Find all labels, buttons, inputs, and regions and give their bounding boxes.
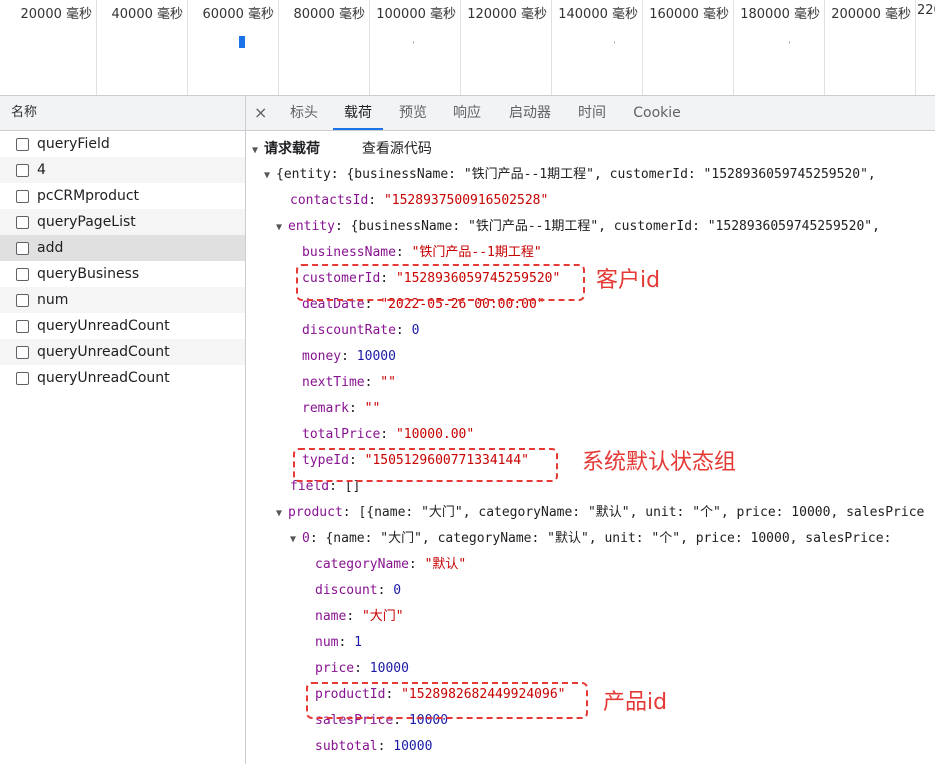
- request-row[interactable]: queryBusiness: [0, 261, 245, 287]
- request-row[interactable]: 4: [0, 157, 245, 183]
- payload-property: categoryName: "默认": [315, 557, 467, 572]
- timeline-request-mark: [413, 41, 414, 44]
- product-id-highlight-box: [306, 682, 588, 719]
- expand-triangle-icon[interactable]: ▼: [276, 504, 288, 524]
- expand-triangle-icon[interactable]: ▼: [264, 166, 276, 186]
- tab-cookies[interactable]: Cookie: [626, 96, 688, 130]
- payload-property: discount: 0: [315, 583, 402, 598]
- request-checkbox[interactable]: [16, 346, 29, 359]
- tab-timing[interactable]: 时间: [568, 96, 616, 130]
- name-column-header[interactable]: 名称: [0, 96, 245, 131]
- tab-payload[interactable]: 载荷: [333, 96, 383, 130]
- payload-product-item[interactable]: ▼ 0: {name: "大门", categoryName: "默认", uni…: [290, 529, 891, 549]
- timeline-tick: 60000 毫秒: [187, 0, 279, 95]
- timeline-request-mark: [614, 41, 615, 44]
- close-icon[interactable]: ×: [254, 96, 267, 130]
- tab-preview[interactable]: 预览: [388, 96, 438, 130]
- expand-triangle-icon[interactable]: ▼: [252, 141, 264, 161]
- request-checkbox[interactable]: [16, 372, 29, 385]
- payload-property: name: "大门": [315, 609, 404, 624]
- detail-tab-bar: × 标头 载荷 预览 响应 启动器 时间 Cookie: [246, 96, 935, 131]
- request-row[interactable]: queryUnreadCount: [0, 365, 245, 391]
- payload-property: money: 10000: [302, 349, 396, 364]
- timeline-tick: 200000 毫秒: [824, 0, 916, 95]
- request-checkbox[interactable]: [16, 242, 29, 255]
- type-id-highlight-box: [293, 448, 558, 482]
- payload-root-node[interactable]: ▼ {entity: {businessName: "铁门产品--1期工程", c…: [264, 165, 876, 185]
- request-list-panel: 名称 queryField 4 pcCRMproduct queryPageLi…: [0, 96, 246, 764]
- payload-product-node[interactable]: ▼ product: [{name: "大门", categoryName: "默…: [276, 503, 924, 523]
- timeline-tick: 100000 毫秒: [369, 0, 461, 95]
- payload-property: discountRate: 0: [302, 323, 420, 338]
- request-checkbox[interactable]: [16, 138, 29, 151]
- payload-property: remark: "": [302, 401, 381, 416]
- payload-property: contactsId: "1528937500916502528": [290, 193, 549, 208]
- payload-property: totalPrice: "10000.00": [302, 427, 475, 442]
- product-id-annotation: 产品id: [603, 690, 668, 715]
- timeline-tick: 120000 毫秒: [460, 0, 552, 95]
- request-checkbox[interactable]: [16, 216, 29, 229]
- request-row[interactable]: queryUnreadCount: [0, 313, 245, 339]
- request-row[interactable]: queryPageList: [0, 209, 245, 235]
- timeline-request-bar: [239, 36, 245, 48]
- request-checkbox[interactable]: [16, 294, 29, 307]
- request-checkbox[interactable]: [16, 164, 29, 177]
- customer-id-annotation: 客户id: [596, 268, 661, 293]
- customer-id-highlight-box: [296, 264, 585, 301]
- request-row-selected[interactable]: add: [0, 235, 245, 261]
- view-source-link[interactable]: 查看源代码: [362, 141, 432, 157]
- payload-entity-node[interactable]: ▼ entity: {businessName: "铁门产品--1期工程", cu…: [276, 217, 880, 237]
- request-checkbox[interactable]: [16, 190, 29, 203]
- type-id-annotation: 系统默认状态组: [582, 450, 737, 475]
- payload-section-header[interactable]: ▼ 请求载荷 查看源代码: [252, 139, 432, 159]
- request-row[interactable]: queryField: [0, 131, 245, 157]
- request-row[interactable]: num: [0, 287, 245, 313]
- timeline-tick: 80000 毫秒: [278, 0, 370, 95]
- timeline-tick: 220: [917, 3, 935, 18]
- request-checkbox[interactable]: [16, 320, 29, 333]
- request-row[interactable]: pcCRMproduct: [0, 183, 245, 209]
- timeline-tick: 20000 毫秒: [0, 0, 97, 95]
- request-row[interactable]: queryUnreadCount: [0, 339, 245, 365]
- tab-headers[interactable]: 标头: [278, 96, 330, 130]
- timeline-overview[interactable]: 20000 毫秒 40000 毫秒 60000 毫秒 80000 毫秒 1000…: [0, 0, 935, 96]
- timeline-tick: 40000 毫秒: [96, 0, 188, 95]
- expand-triangle-icon[interactable]: ▼: [276, 218, 288, 238]
- timeline-tick: 140000 毫秒: [551, 0, 643, 95]
- request-detail-panel: × 标头 载荷 预览 响应 启动器 时间 Cookie ▼ 请求载荷 查看源代码 …: [246, 96, 935, 764]
- expand-triangle-icon[interactable]: ▼: [290, 530, 302, 550]
- tab-response[interactable]: 响应: [442, 96, 492, 130]
- payload-property: price: 10000: [315, 661, 409, 676]
- timeline-request-mark: [789, 41, 790, 44]
- payload-property: num: 1: [315, 635, 362, 650]
- timeline-tick: 180000 毫秒: [733, 0, 825, 95]
- tab-initiator[interactable]: 启动器: [498, 96, 562, 130]
- payload-property: nextTime: "": [302, 375, 396, 390]
- payload-property: businessName: "铁门产品--1期工程": [302, 245, 542, 260]
- payload-property: subtotal: 10000: [315, 739, 433, 754]
- request-checkbox[interactable]: [16, 268, 29, 281]
- timeline-tick: 160000 毫秒: [642, 0, 734, 95]
